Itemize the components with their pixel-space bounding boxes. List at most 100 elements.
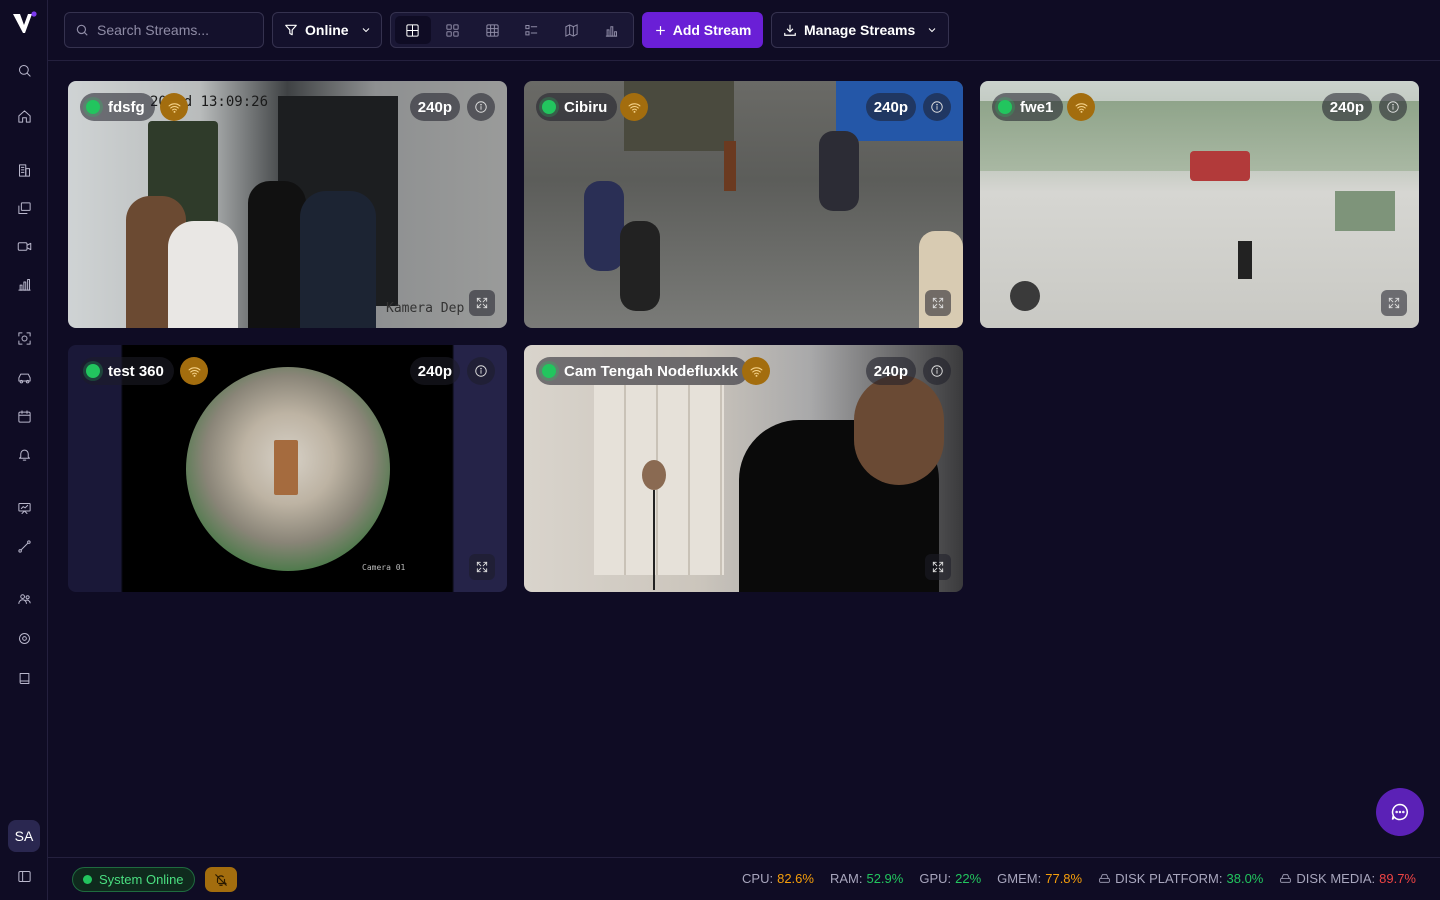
video-camera-icon[interactable] — [14, 236, 34, 256]
resource-stats: CPU: 82.6% RAM: 52.9% GPU: 22% GMEM: 77.8% D… — [742, 871, 1416, 886]
system-status-badge: System Online — [72, 867, 195, 892]
ram-value: 52.9% — [866, 871, 904, 886]
gmem-stat: GMEM: 77.8% — [997, 871, 1082, 886]
online-indicator — [542, 100, 556, 114]
book-icon[interactable] — [14, 668, 34, 688]
chevron-down-icon — [362, 28, 369, 32]
filter-icon — [285, 24, 297, 36]
view-grid-tiles-button[interactable] — [435, 16, 471, 44]
info-icon[interactable] — [923, 357, 951, 385]
app-logo[interactable] — [11, 10, 37, 36]
sidebar-toggle-icon[interactable] — [14, 866, 34, 886]
users-icon[interactable] — [14, 588, 34, 608]
stream-name: Cibiru — [564, 98, 608, 116]
settings-icon[interactable] — [14, 628, 34, 648]
view-grid-3x3-button[interactable] — [474, 16, 510, 44]
manage-streams-button[interactable]: Manage Streams — [771, 12, 949, 48]
status-bar: System Online CPU: 82.6% RAM: 52.9% GPU: 22… — [48, 857, 1440, 900]
stream-watermark: Camera 01 — [362, 563, 406, 572]
system-status-text: System Online — [99, 872, 184, 887]
chevron-down-icon — [928, 28, 936, 33]
stream-name: fwe1 — [1020, 98, 1054, 116]
gmem-label: GMEM: — [997, 871, 1042, 886]
add-stream-label: Add Stream — [672, 22, 752, 38]
online-indicator — [86, 364, 100, 378]
stream-card[interactable]: Cam Tengah Nodefluxkk 240p — [524, 345, 963, 592]
info-icon[interactable] — [467, 357, 495, 385]
online-indicator — [83, 875, 92, 884]
vehicle-icon[interactable] — [14, 368, 34, 388]
resolution-badge: 240p — [865, 357, 916, 385]
sidebar: SA — [0, 0, 48, 900]
stream-card[interactable]: 20 ed 13:09:26 Kamera Dep fdsfg 240p — [68, 81, 507, 328]
info-icon[interactable] — [923, 93, 951, 121]
download-icon — [784, 24, 796, 36]
expand-icon[interactable] — [469, 554, 495, 580]
info-icon[interactable] — [1379, 93, 1407, 121]
search-input[interactable] — [97, 22, 257, 38]
view-map-button[interactable] — [554, 16, 590, 44]
view-list-button[interactable] — [514, 16, 550, 44]
map-icon — [565, 23, 578, 37]
stream-name-badge: fwe1 — [992, 93, 1064, 121]
notifications-muted-button[interactable] — [205, 867, 237, 892]
stream-card[interactable]: Cibiru 240p — [524, 81, 963, 328]
stream-card[interactable]: Camera 01 test 360 240p — [68, 345, 507, 592]
expand-icon[interactable] — [1381, 290, 1407, 316]
search-icon[interactable] — [14, 60, 34, 80]
expand-icon[interactable] — [469, 290, 495, 316]
analytics-icon[interactable] — [14, 274, 34, 294]
hard-drive-icon — [1099, 874, 1110, 883]
chat-icon — [1391, 803, 1408, 821]
expand-icon[interactable] — [925, 290, 951, 316]
route-icon[interactable] — [14, 536, 34, 556]
stream-card[interactable]: fwe1 240p — [980, 81, 1419, 328]
view-chart-button[interactable] — [593, 16, 629, 44]
home-icon[interactable] — [14, 106, 34, 126]
hard-drive-icon — [1280, 874, 1292, 883]
bell-off-icon — [215, 873, 228, 886]
add-stream-button[interactable]: Add Stream — [642, 12, 763, 48]
calendar-icon[interactable] — [14, 406, 34, 426]
ram-stat: RAM: 52.9% — [830, 871, 903, 886]
stream-name: Cam Tengah Nodefluxkk — [564, 362, 738, 380]
online-indicator — [86, 100, 100, 114]
signal-icon — [742, 357, 770, 385]
cpu-stat: CPU: 82.6% — [742, 871, 814, 886]
disk-media-label: DISK MEDIA: — [1296, 871, 1376, 886]
resolution-badge: 240p — [409, 93, 460, 121]
resolution-badge: 240p — [865, 93, 916, 121]
layers-icon[interactable] — [14, 198, 34, 218]
stream-name: fdsfg — [108, 98, 145, 116]
stream-watermark: Kamera Dep — [386, 301, 465, 316]
gpu-value: 22% — [955, 871, 982, 886]
cpu-label: CPU: — [742, 871, 774, 886]
cpu-value: 82.6% — [777, 871, 814, 886]
plus-icon — [655, 25, 665, 35]
avatar[interactable]: SA — [8, 820, 40, 852]
status-filter-button[interactable]: Online — [272, 12, 382, 48]
stream-name-badge: Cam Tengah Nodefluxkk — [536, 357, 748, 385]
layout-switcher — [390, 12, 634, 48]
disk-platform-label: DISK PLATFORM: — [1115, 871, 1223, 886]
face-scan-icon[interactable] — [14, 328, 34, 348]
disk-platform-value: 38.0% — [1226, 871, 1264, 886]
search-box[interactable] — [64, 12, 264, 48]
info-icon[interactable] — [467, 93, 495, 121]
chat-button[interactable] — [1376, 788, 1424, 836]
view-grid-2x2-button[interactable] — [395, 16, 431, 44]
expand-icon[interactable] — [925, 554, 951, 580]
list-icon — [525, 24, 538, 35]
signal-icon — [160, 93, 188, 121]
presentation-icon[interactable] — [14, 498, 34, 518]
tiles-icon — [446, 23, 459, 37]
gmem-value: 77.8% — [1045, 871, 1083, 886]
bar-chart-icon — [605, 25, 617, 37]
online-indicator — [998, 100, 1012, 114]
resolution-badge: 240p — [1321, 93, 1372, 121]
bell-icon[interactable] — [14, 444, 34, 464]
manage-streams-label: Manage Streams — [804, 22, 916, 38]
online-indicator — [542, 364, 556, 378]
signal-icon — [620, 93, 648, 121]
building-icon[interactable] — [14, 160, 34, 180]
